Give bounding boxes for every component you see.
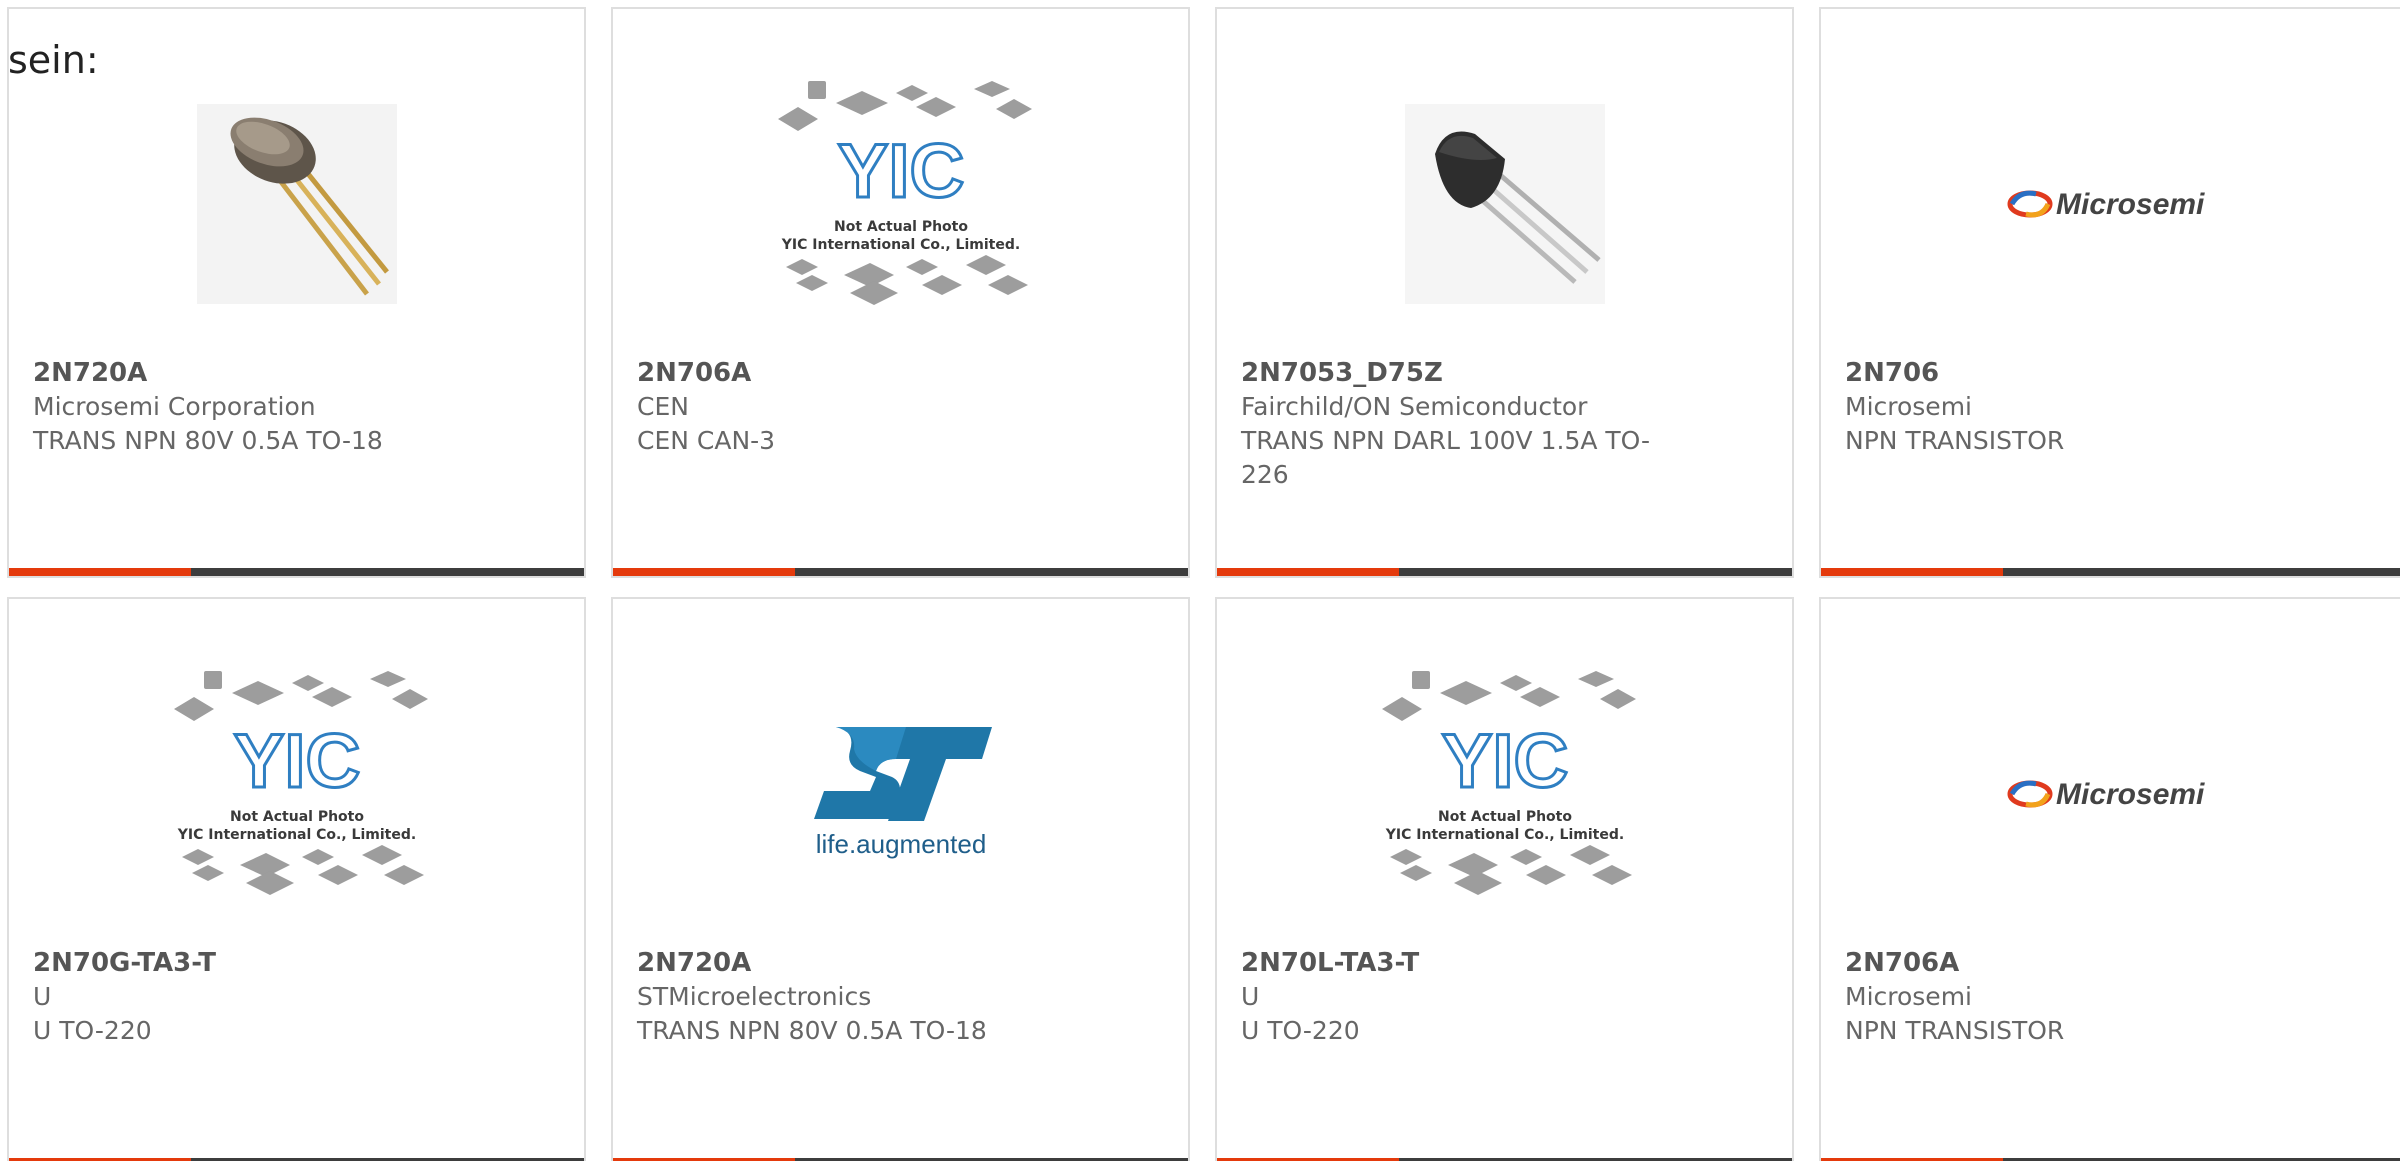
image-caption-line2: YIC International Co., Limited. — [176, 827, 415, 843]
description: NPN TRANSISTOR — [1845, 1016, 2065, 1045]
image-caption-line2: YIC International Co., Limited. — [780, 237, 1019, 253]
part-number-link[interactable]: 2N70L-TA3-T — [1241, 946, 1661, 980]
microsemi-logo-text: Microsemi — [2056, 188, 2205, 221]
part-number-link[interactable]: 2N706A — [1845, 946, 2265, 980]
part-number-link[interactable]: 2N706A — [637, 356, 1057, 390]
description: CEN CAN-3 — [637, 426, 776, 455]
product-image-box[interactable] — [1217, 59, 1792, 349]
description: TRANS NPN 80V 0.5A TO-18 — [637, 1016, 987, 1045]
product-card[interactable]: life.augmented 2N720A STMicroelectronics… — [611, 597, 1190, 1161]
part-number-link[interactable]: 2N70G-TA3-T — [33, 946, 453, 980]
product-grid-page: sein: 2N720A Microsemi Corporation TRANS… — [0, 0, 2400, 1161]
product-info: 2N720A STMicroelectronics TRANS NPN 80V … — [637, 946, 1057, 1048]
product-image-box[interactable]: Microsemi — [1821, 59, 2400, 349]
manufacturer: Microsemi Corporation — [33, 392, 316, 421]
product-card[interactable]: YIC Not Actual Photo YIC International C… — [611, 7, 1190, 578]
part-number-link[interactable]: 2N720A — [33, 356, 453, 390]
microsemi-logo-text: Microsemi — [2056, 778, 2205, 811]
svg-text:YIC: YIC — [1441, 719, 1568, 804]
description: NPN TRANSISTOR — [1845, 426, 2065, 455]
part-number-link[interactable]: 2N706 — [1845, 356, 2265, 390]
product-info: 2N706A CEN CEN CAN-3 — [637, 356, 1057, 458]
product-card[interactable]: YIC Not Actual Photo YIC International C… — [1215, 597, 1794, 1161]
manufacturer: Microsemi — [1845, 982, 1972, 1011]
microsemi-logo: Microsemi — [2007, 188, 2205, 221]
svg-text:YIC: YIC — [233, 719, 360, 804]
manufacturer: STMicroelectronics — [637, 982, 872, 1011]
card-bottom-bar — [1217, 568, 1792, 576]
manufacturer: Microsemi — [1845, 392, 1972, 421]
manufacturer: U — [1241, 982, 1260, 1011]
manufacturer: CEN — [637, 392, 689, 421]
description: TRANS NPN 80V 0.5A TO-18 — [33, 426, 383, 455]
card-bottom-bar — [9, 568, 584, 576]
card-bottom-bar — [613, 568, 1188, 576]
product-info: 2N706 Microsemi NPN TRANSISTOR — [1845, 356, 2265, 458]
yic-placeholder-image: YIC Not Actual Photo YIC International C… — [1381, 671, 1636, 895]
product-image-box[interactable]: YIC Not Actual Photo YIC International C… — [613, 59, 1188, 349]
product-image-box[interactable]: YIC Not Actual Photo YIC International C… — [9, 649, 584, 939]
image-caption-line1: Not Actual Photo — [1438, 809, 1572, 825]
yic-placeholder-image: YIC Not Actual Photo YIC International C… — [777, 81, 1032, 305]
card-bottom-bar — [1821, 568, 2400, 576]
part-number-link[interactable]: 2N7053_D75Z — [1241, 356, 1661, 390]
card-accent — [1217, 568, 1399, 576]
product-card[interactable]: 2N7053_D75Z Fairchild/ON Semiconductor T… — [1215, 7, 1794, 578]
svg-text:YIC: YIC — [837, 129, 964, 214]
product-info: 2N7053_D75Z Fairchild/ON Semiconductor T… — [1241, 356, 1661, 492]
image-caption-line1: Not Actual Photo — [834, 219, 968, 235]
product-info: 2N706A Microsemi NPN TRANSISTOR — [1845, 946, 2265, 1048]
image-caption-line2: YIC International Co., Limited. — [1384, 827, 1623, 843]
description: U TO-220 — [33, 1016, 152, 1045]
intro-text: sein: — [8, 38, 99, 82]
description: TRANS NPN DARL 100V 1.5A TO-226 — [1241, 426, 1651, 489]
product-image-box[interactable]: Microsemi — [1821, 649, 2400, 939]
product-card[interactable]: YIC Not Actual Photo YIC International C… — [7, 597, 586, 1161]
to92-transistor-image — [1404, 104, 1605, 304]
product-card[interactable]: Microsemi 2N706 Microsemi NPN TRANSISTOR — [1819, 7, 2400, 578]
description: U TO-220 — [1241, 1016, 1360, 1045]
st-tagline: life.augmented — [815, 829, 986, 859]
product-card[interactable]: 2N720A Microsemi Corporation TRANS NPN 8… — [7, 7, 586, 578]
product-info: 2N70G-TA3-T U U TO-220 — [33, 946, 453, 1048]
manufacturer: Fairchild/ON Semiconductor — [1241, 392, 1588, 421]
card-accent — [613, 568, 795, 576]
part-number-link[interactable]: 2N720A — [637, 946, 1057, 980]
card-accent — [1821, 568, 2003, 576]
image-caption-line1: Not Actual Photo — [230, 809, 364, 825]
manufacturer: U — [33, 982, 52, 1011]
product-image-box[interactable]: YIC Not Actual Photo YIC International C… — [1217, 649, 1792, 939]
product-info: 2N720A Microsemi Corporation TRANS NPN 8… — [33, 356, 453, 458]
to18-transistor-image — [196, 104, 397, 304]
product-card[interactable]: Microsemi 2N706A Microsemi NPN TRANSISTO… — [1819, 597, 2400, 1161]
st-logo: life.augmented — [813, 727, 992, 859]
product-image-box[interactable]: life.augmented — [613, 649, 1188, 939]
product-info: 2N70L-TA3-T U U TO-220 — [1241, 946, 1661, 1048]
card-accent — [9, 568, 191, 576]
yic-placeholder-image: YIC Not Actual Photo YIC International C… — [173, 671, 428, 895]
product-image-box[interactable] — [9, 59, 584, 349]
microsemi-logo: Microsemi — [2007, 778, 2205, 811]
